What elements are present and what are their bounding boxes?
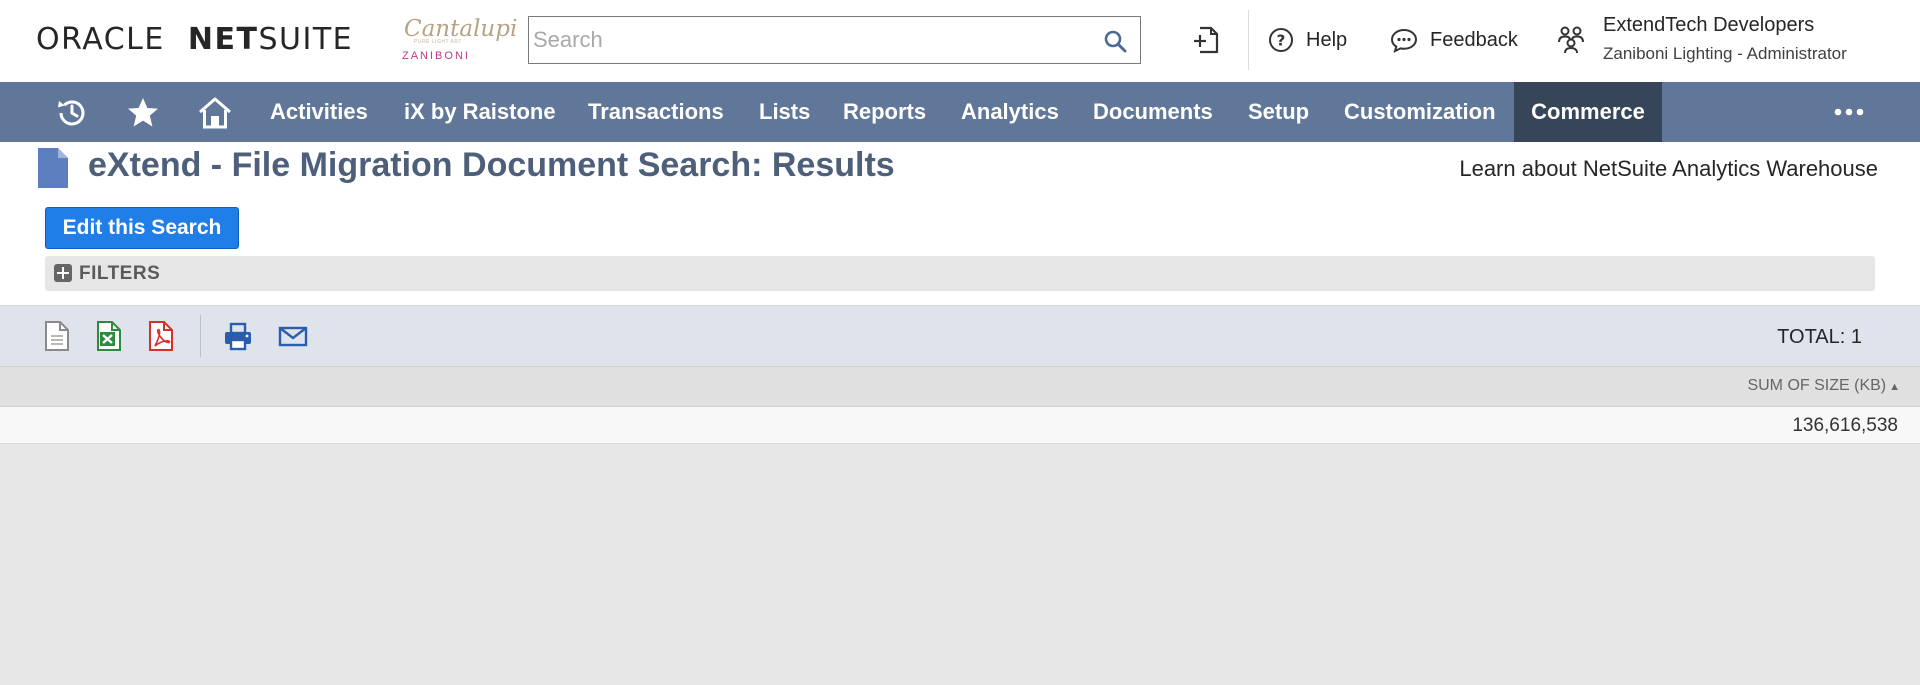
user-roles-icon[interactable] bbox=[1556, 24, 1586, 54]
feedback-button[interactable]: Feedback bbox=[1390, 20, 1518, 60]
help-label: Help bbox=[1306, 28, 1348, 51]
nav-commerce[interactable]: Commerce bbox=[1514, 82, 1662, 142]
excel-export-icon[interactable] bbox=[94, 320, 124, 352]
nav-activities[interactable]: Activities bbox=[270, 82, 368, 142]
csv-export-icon[interactable] bbox=[42, 320, 72, 352]
brand-tagline-text: PURE LIGHT ART bbox=[414, 39, 462, 45]
netsuite-logo[interactable]: ORACLE NETSUITE bbox=[36, 22, 353, 57]
logo-net-text: NET bbox=[187, 22, 259, 57]
global-search-input[interactable] bbox=[533, 23, 1093, 57]
user-name[interactable]: ExtendTech Developers bbox=[1603, 14, 1814, 37]
nav-setup[interactable]: Setup bbox=[1248, 82, 1309, 142]
page-title: eXtend - File Migration Document Search:… bbox=[88, 146, 895, 184]
help-icon: ? bbox=[1269, 28, 1293, 52]
cell-sum-of-size: 136,616,538 bbox=[1792, 415, 1898, 436]
filters-label: FILTERS bbox=[79, 263, 161, 284]
print-icon[interactable] bbox=[223, 320, 253, 352]
logo-oracle-text: ORACLE bbox=[36, 22, 165, 57]
sort-ascending-icon: ▲ bbox=[1889, 381, 1900, 393]
document-page-icon bbox=[38, 148, 68, 188]
more-icon[interactable] bbox=[1830, 100, 1870, 124]
search-icon[interactable] bbox=[1103, 29, 1127, 53]
learn-analytics-warehouse-link[interactable]: Learn about NetSuite Analytics Warehouse bbox=[1459, 156, 1878, 182]
email-icon[interactable] bbox=[278, 320, 308, 352]
top-header: ORACLE NETSUITE Cantalupi PURE LIGHT ART… bbox=[0, 0, 1920, 82]
nav-documents[interactable]: Documents bbox=[1093, 82, 1213, 142]
expand-plus-icon bbox=[54, 264, 72, 282]
results-toolbar: TOTAL: 1 bbox=[0, 305, 1920, 365]
user-role[interactable]: Zaniboni Lighting - Administrator bbox=[1603, 44, 1847, 64]
feedback-icon bbox=[1390, 28, 1418, 53]
nav-analytics[interactable]: Analytics bbox=[961, 82, 1059, 142]
star-icon[interactable] bbox=[125, 95, 161, 131]
toolbar-divider bbox=[200, 315, 201, 357]
column-header-label: SUM OF SIZE (KB) bbox=[1747, 377, 1887, 394]
filters-toggle[interactable]: FILTERS bbox=[45, 256, 1875, 291]
header-divider bbox=[1248, 10, 1249, 70]
edit-search-button[interactable]: Edit this Search bbox=[45, 207, 239, 249]
recent-records-icon[interactable] bbox=[1192, 25, 1220, 55]
main-navigation: Activities iX by Raistone Transactions L… bbox=[0, 82, 1920, 142]
logo-suite-text: SUITE bbox=[258, 22, 354, 57]
nav-reports[interactable]: Reports bbox=[843, 82, 926, 142]
global-search bbox=[528, 16, 1141, 64]
pdf-export-icon[interactable] bbox=[146, 320, 176, 352]
home-icon[interactable] bbox=[197, 95, 233, 131]
feedback-label: Feedback bbox=[1430, 28, 1518, 51]
empty-results-area bbox=[0, 445, 1920, 685]
nav-lists[interactable]: Lists bbox=[759, 82, 810, 142]
recent-history-icon[interactable] bbox=[54, 95, 90, 131]
company-brand-logo: Cantalupi PURE LIGHT ART ZANIBONI bbox=[400, 16, 517, 66]
help-button[interactable]: ? Help bbox=[1268, 20, 1347, 60]
results-table-header: SUM OF SIZE (KB) ▲ bbox=[0, 366, 1920, 407]
nav-transactions[interactable]: Transactions bbox=[588, 82, 724, 142]
nav-ix-by-raistone[interactable]: iX by Raistone bbox=[404, 82, 556, 142]
brand-zaniboni-text: ZANIBONI bbox=[402, 50, 470, 62]
results-total: TOTAL: 1 bbox=[1777, 326, 1862, 348]
table-row: 136,616,538 bbox=[0, 407, 1920, 444]
column-header-sum-of-size[interactable]: SUM OF SIZE (KB) ▲ bbox=[1747, 377, 1900, 395]
nav-customization[interactable]: Customization bbox=[1344, 82, 1496, 142]
svg-text:?: ? bbox=[1277, 32, 1286, 50]
